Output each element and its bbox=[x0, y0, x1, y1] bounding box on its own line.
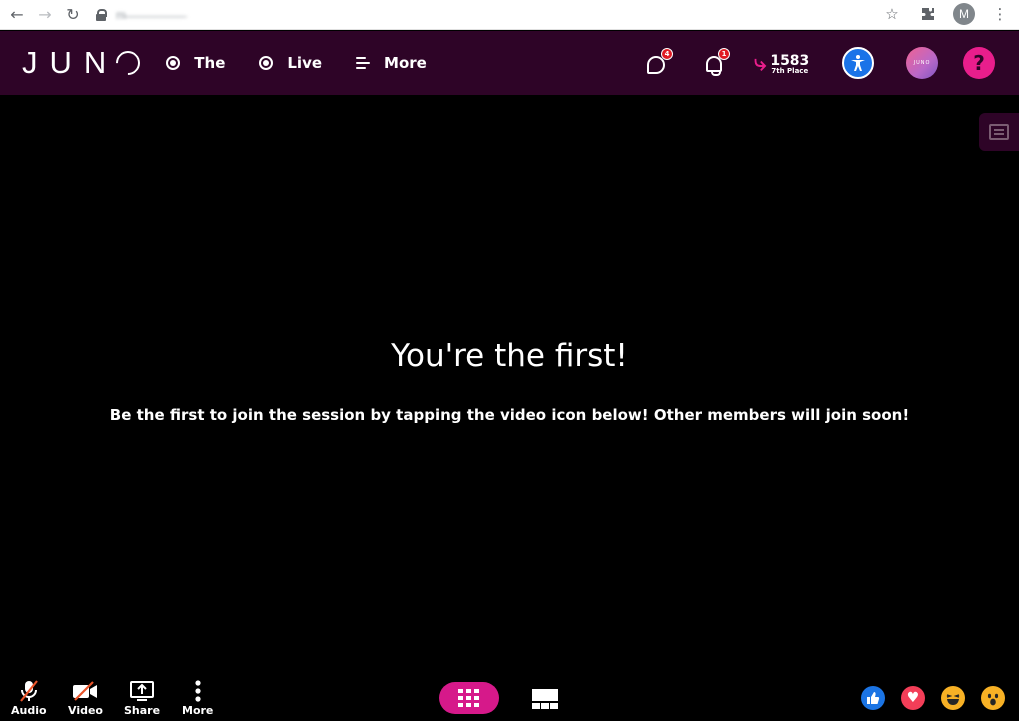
heart-icon: ♥ bbox=[906, 690, 920, 706]
nav-live[interactable]: Live bbox=[259, 54, 322, 72]
lightning-bolt-icon: ⤷ bbox=[754, 51, 767, 76]
control-label: Share bbox=[124, 704, 161, 717]
reaction-laugh[interactable] bbox=[941, 686, 965, 710]
points-value: 1583 bbox=[770, 52, 810, 69]
more-button[interactable]: More bbox=[182, 678, 213, 717]
page-title: You're the first! bbox=[391, 338, 628, 374]
kebab-menu-icon[interactable]: ⋮ bbox=[989, 3, 1011, 25]
share-screen-icon bbox=[128, 678, 156, 704]
more-vertical-icon bbox=[184, 678, 212, 704]
page-subtitle: Be the first to join the session by tapp… bbox=[109, 406, 910, 424]
reaction-heart[interactable]: ♥ bbox=[901, 686, 925, 710]
nav-more[interactable]: More bbox=[356, 54, 427, 72]
browser-toolbar: ← → ↻ m̶ ̶ ̶ ̶ ̶ ̶ ̶ ̶ ̶ ̶ ̶ ̶ ̶ ̶ ̶ ̶ ☆… bbox=[0, 0, 1019, 30]
notifications-button[interactable]: 1 bbox=[706, 48, 730, 76]
grid-icon bbox=[458, 689, 479, 707]
control-label: Audio bbox=[11, 704, 47, 717]
nav-label: Live bbox=[287, 54, 323, 72]
chat-panel-icon bbox=[989, 124, 1009, 140]
address-bar[interactable]: m̶ ̶ ̶ ̶ ̶ ̶ ̶ ̶ ̶ ̶ ̶ ̶ ̶ ̶ ̶ ̶ bbox=[96, 4, 184, 26]
layout-icon bbox=[531, 689, 558, 709]
nav-label: More bbox=[384, 54, 427, 72]
messages-badge: 4 bbox=[661, 48, 673, 60]
user-avatar[interactable]: JUNO bbox=[906, 47, 938, 79]
juno-logo[interactable]: JUN bbox=[22, 45, 146, 81]
thumbs-up-icon bbox=[867, 692, 880, 704]
side-chat-toggle[interactable] bbox=[979, 113, 1019, 151]
share-button[interactable]: Share bbox=[124, 678, 160, 717]
reaction-thumbs-up[interactable] bbox=[861, 686, 885, 710]
audio-button[interactable]: Audio bbox=[11, 678, 47, 717]
back-arrow-icon[interactable]: ← bbox=[6, 4, 28, 26]
menu-lines-icon bbox=[356, 57, 371, 69]
video-off-icon bbox=[71, 678, 99, 704]
url-text: m̶ ̶ ̶ ̶ ̶ ̶ ̶ ̶ ̶ ̶ ̶ ̶ ̶ ̶ ̶ ̶ bbox=[116, 7, 185, 22]
forward-arrow-icon[interactable]: → bbox=[34, 4, 56, 26]
video-button[interactable]: Video bbox=[68, 678, 103, 717]
star-icon[interactable]: ☆ bbox=[881, 3, 903, 25]
wow-icon bbox=[987, 693, 999, 706]
reaction-wow[interactable] bbox=[981, 686, 1005, 710]
messages-button[interactable]: 4 bbox=[647, 48, 673, 74]
logo-text: JUN bbox=[22, 45, 119, 80]
bottom-control-bar: Audio Video Share More ♥ bbox=[0, 672, 1019, 721]
help-button[interactable]: ? bbox=[963, 47, 995, 79]
profile-avatar[interactable]: M bbox=[953, 3, 975, 25]
reload-icon[interactable]: ↻ bbox=[62, 4, 84, 26]
extensions-puzzle-icon[interactable] bbox=[917, 3, 939, 25]
nav-label: The bbox=[194, 54, 226, 72]
radio-icon bbox=[259, 56, 274, 70]
lock-icon bbox=[96, 8, 107, 21]
mic-off-icon bbox=[15, 678, 43, 704]
control-label: Video bbox=[68, 704, 103, 717]
notifications-badge: 1 bbox=[718, 48, 730, 60]
apps-grid-button[interactable] bbox=[439, 682, 499, 714]
radio-icon bbox=[166, 56, 181, 70]
nav-the[interactable]: The bbox=[166, 54, 225, 72]
rank-label: 7th Place bbox=[771, 66, 809, 75]
laugh-icon bbox=[946, 694, 960, 705]
app-header: JUN The Live More 4 1 ⤷ 1583 7th Place J… bbox=[0, 31, 1019, 95]
control-label: More bbox=[182, 704, 214, 717]
points-display[interactable]: ⤷ 1583 7th Place bbox=[754, 53, 809, 75]
accessibility-button[interactable] bbox=[842, 47, 874, 79]
layout-view-button[interactable] bbox=[531, 688, 558, 710]
accessibility-person-icon bbox=[851, 55, 865, 71]
